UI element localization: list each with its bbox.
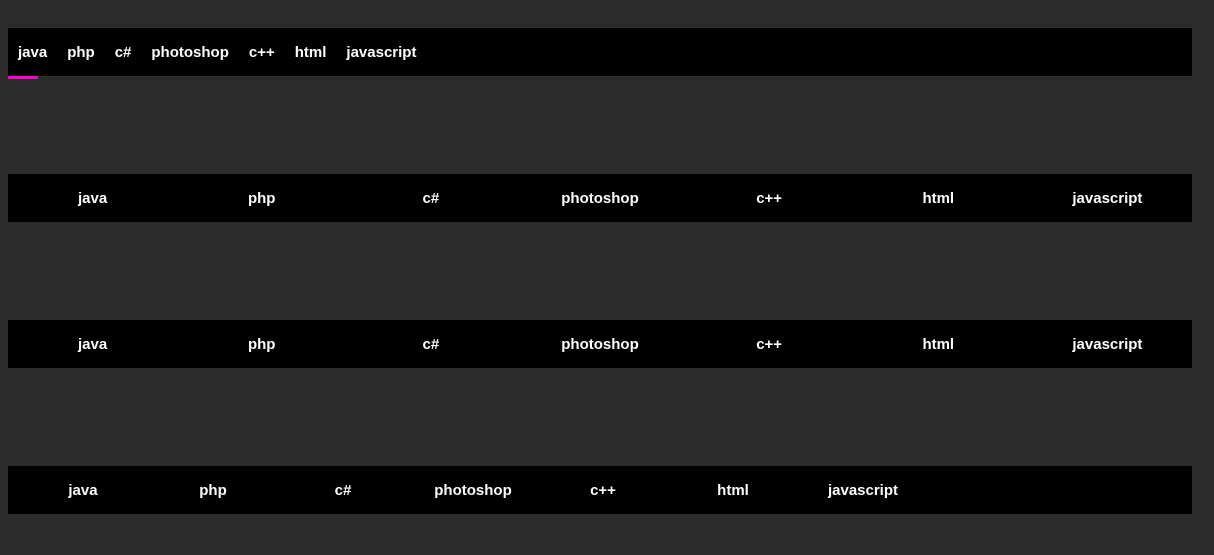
tab-java[interactable]: java (18, 466, 148, 514)
navbar-row-4: java php c# photoshop c++ html javascrip… (8, 466, 1192, 514)
tab-cpp[interactable]: c++ (538, 466, 668, 514)
tab-javascript[interactable]: javascript (1023, 174, 1192, 222)
tab-label: html (922, 336, 954, 353)
tab-cpp[interactable]: c++ (239, 28, 285, 76)
tab-php[interactable]: php (57, 28, 105, 76)
tab-label: javascript (346, 44, 416, 61)
tab-cpp[interactable]: c++ (685, 174, 854, 222)
tab-label: photoshop (561, 336, 638, 353)
tab-label: php (199, 482, 227, 499)
tab-label: c# (423, 336, 440, 353)
tab-java[interactable]: java (8, 320, 177, 368)
tab-java[interactable]: java (8, 28, 57, 76)
tab-label: php (248, 190, 276, 207)
tab-html[interactable]: html (285, 28, 337, 76)
tab-label: html (295, 44, 327, 61)
tab-html[interactable]: html (854, 174, 1023, 222)
tab-javascript[interactable]: javascript (336, 28, 426, 76)
tab-php[interactable]: php (148, 466, 278, 514)
tab-label: javascript (1072, 336, 1142, 353)
tab-photoshop[interactable]: photoshop (408, 466, 538, 514)
active-tab-underline (8, 76, 38, 79)
tab-label: photoshop (434, 482, 511, 499)
tab-javascript[interactable]: javascript (1023, 320, 1192, 368)
tab-label: photoshop (151, 44, 228, 61)
tab-photoshop[interactable]: photoshop (141, 28, 238, 76)
tab-php[interactable]: php (177, 174, 346, 222)
navbar-row-1: java php c# photoshop c++ html javascrip… (8, 28, 1192, 76)
tab-java[interactable]: java (8, 174, 177, 222)
tab-label: javascript (1072, 190, 1142, 207)
tab-label: html (922, 190, 954, 207)
tab-label: c# (335, 482, 352, 499)
tab-photoshop[interactable]: photoshop (515, 174, 684, 222)
tab-cpp[interactable]: c++ (685, 320, 854, 368)
tab-photoshop[interactable]: photoshop (515, 320, 684, 368)
tab-csharp[interactable]: c# (346, 174, 515, 222)
tab-label: php (248, 336, 276, 353)
navbar-row-3: java php c# photoshop c++ html javascrip… (8, 320, 1192, 368)
tab-label: html (717, 482, 749, 499)
tab-csharp[interactable]: c# (278, 466, 408, 514)
tab-label: java (18, 44, 47, 61)
tab-label: c# (115, 44, 132, 61)
tab-label: java (68, 482, 97, 499)
navbar-row-2: java php c# photoshop c++ html javascrip… (8, 174, 1192, 222)
tab-label: c# (423, 190, 440, 207)
tab-php[interactable]: php (177, 320, 346, 368)
tab-label: c++ (249, 44, 275, 61)
tab-label: java (78, 190, 107, 207)
tab-html[interactable]: html (668, 466, 798, 514)
tab-csharp[interactable]: c# (105, 28, 142, 76)
tab-javascript[interactable]: javascript (798, 466, 928, 514)
tab-html[interactable]: html (854, 320, 1023, 368)
tab-label: javascript (828, 482, 898, 499)
tab-label: photoshop (561, 190, 638, 207)
tab-label: c++ (756, 336, 782, 353)
tab-label: c++ (756, 190, 782, 207)
tab-label: java (78, 336, 107, 353)
tab-csharp[interactable]: c# (346, 320, 515, 368)
tab-label: php (67, 44, 95, 61)
tab-label: c++ (590, 482, 616, 499)
